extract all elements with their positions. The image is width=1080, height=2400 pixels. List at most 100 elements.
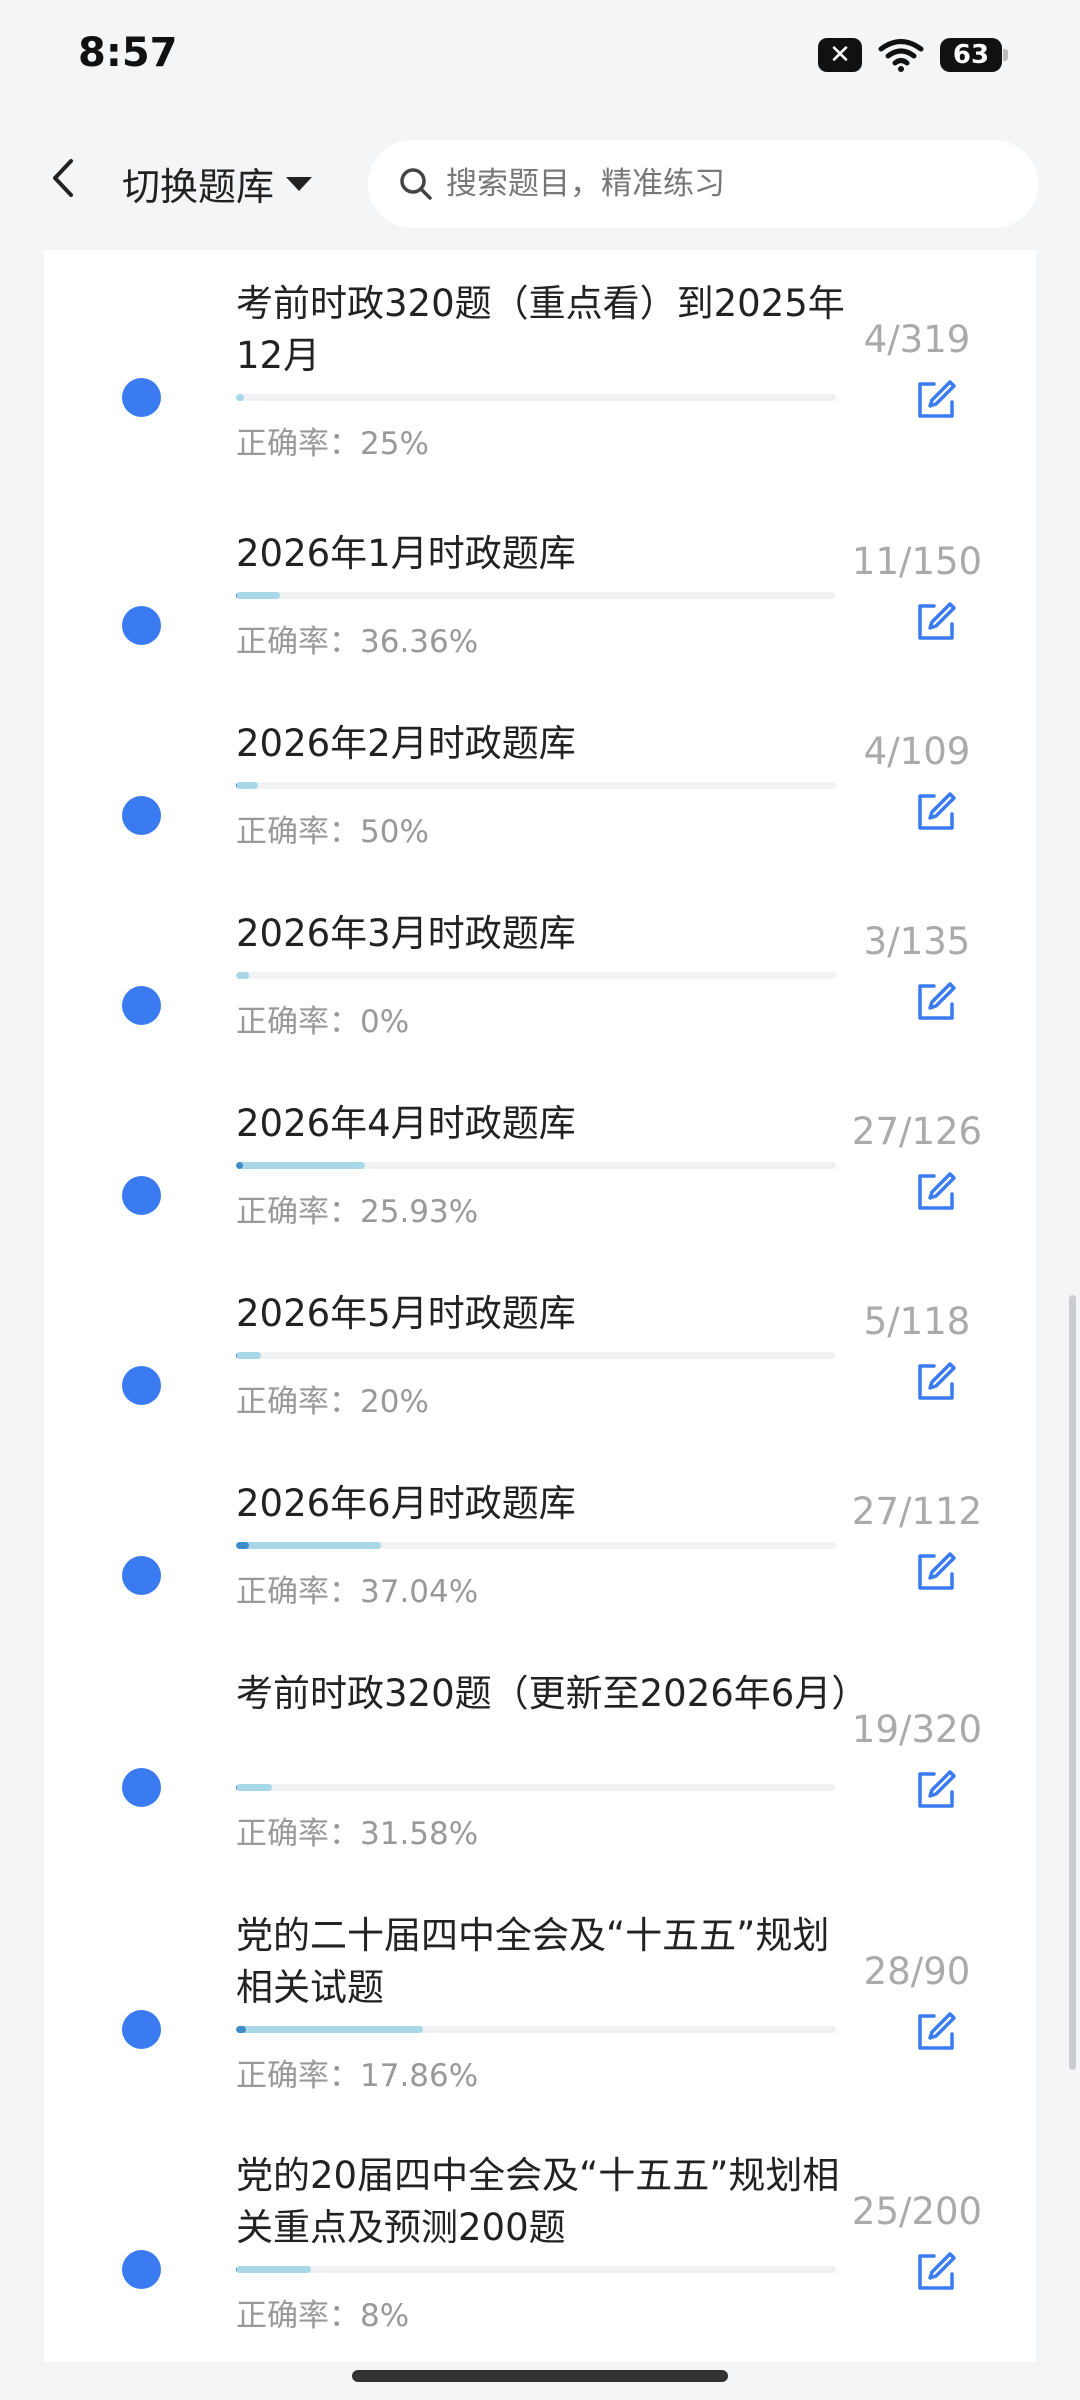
accuracy-text: 正确率：25% [236,426,429,462]
bank-title: 党的二十届四中全会及“十五五”规划相关试题 [236,1914,830,2009]
edit-icon[interactable] [914,1170,958,1214]
bank-title: 2026年5月时政题库 [236,1292,576,1335]
scrollbar[interactable] [1069,1295,1076,2070]
progress-fill [236,1162,365,1169]
status-dot [122,796,161,835]
accuracy-text: 正确率：50% [236,814,429,850]
progress-fill [236,1352,262,1359]
progress-fill [236,2026,423,2033]
progress-bar [236,1162,836,1169]
edit-icon[interactable] [914,2250,958,2294]
search-input[interactable] [444,165,1008,203]
progress-count: 27/126 [851,1110,983,1153]
progress-correct-fill [236,1784,237,1791]
list-item[interactable]: 考前时政320题（更新至2026年6月） 正确率：31.58% 19/320 [44,1668,1036,1908]
progress-fill [236,592,280,599]
edit-icon[interactable] [914,1550,958,1594]
progress-count: 4/109 [863,730,971,773]
progress-count: 19/320 [851,1708,983,1751]
back-button[interactable] [40,153,90,203]
list-item[interactable]: 党的二十届四中全会及“十五五”规划相关试题正确率：17.86% 28/90 [44,1910,1036,2150]
progress-bar [236,592,836,599]
list-item[interactable]: 2026年2月时政题库正确率：50% 4/109 [44,718,1036,908]
status-dot [122,378,161,417]
bank-title: 2026年1月时政题库 [236,532,576,575]
question-bank-list: 考前时政320题（重点看）到2025年12月正确率：25% 4/319 2026年1… [44,250,1036,2362]
bank-title: 党的20届四中全会及“十五五”规划相关重点及预测200题 [236,2154,840,2249]
accuracy-text: 正确率：20% [236,1384,429,1420]
bank-title: 考前时政320题（重点看）到2025年12月 [236,282,845,377]
progress-bar [236,972,836,979]
edit-icon[interactable] [914,1768,958,1812]
progress-count: 11/150 [851,540,983,583]
progress-correct-fill [236,2026,247,2033]
progress-count: 27/112 [851,1490,983,1533]
bank-title: 2026年3月时政题库 [236,912,576,955]
status-dot [122,1556,161,1595]
edit-icon[interactable] [914,980,958,1024]
caret-down-icon [286,176,313,191]
progress-correct-fill [236,2266,237,2273]
list-item[interactable]: 2026年1月时政题库 正确率：36.36% 11/150 [44,528,1036,718]
status-bar: 8:57 ✕ 63 [0,0,1080,120]
search-icon [400,168,432,200]
progress-fill [236,1784,272,1791]
progress-fill [236,2266,311,2273]
wifi-icon [878,39,924,72]
accuracy-text: 正确率：25.93% [236,1194,479,1230]
progress-bar [236,394,836,401]
list-item[interactable]: 考前时政320题（重点看）到2025年12月正确率：25% 4/319 [44,278,1036,518]
progress-bar [236,2026,836,2033]
list-item[interactable]: 2026年4月时政题库正确率：25.93% 27/126 [44,1098,1036,1288]
accuracy-text: 正确率：17.86% [236,2058,479,2094]
progress-bar [236,1542,836,1549]
edit-icon[interactable] [914,600,958,644]
status-dot [122,2250,161,2289]
progress-fill [236,782,259,789]
edit-icon[interactable] [914,790,958,834]
progress-bar [236,1784,836,1791]
battery-level: 63 [952,40,990,70]
mute-icon: ✕ [818,38,862,72]
status-dot [122,606,161,645]
edit-icon[interactable] [914,378,958,422]
progress-count: 3/135 [863,920,971,963]
switch-bank-label: 切换题库 [122,165,275,209]
progress-correct-fill [236,592,238,599]
bank-title: 2026年4月时政题库 [236,1102,576,1145]
edit-icon[interactable] [914,2010,958,2054]
bank-title: 2026年6月时政题库 [236,1482,576,1525]
progress-fill [236,1542,381,1549]
home-indicator[interactable] [352,2370,728,2382]
list-item[interactable]: 2026年3月时政题库正确率：0% 3/135 [44,908,1036,1098]
progress-fill [236,394,244,401]
status-dot [122,1176,161,1215]
progress-bar [236,1352,836,1359]
status-dot [122,986,161,1025]
accuracy-text: 正确率：0% [236,1004,410,1040]
progress-correct-fill [236,1542,249,1549]
progress-correct-fill [236,1162,244,1169]
edit-icon[interactable] [914,1360,958,1404]
list-item[interactable]: 党的20届四中全会及“十五五”规划相关重点及预测200题正确率：8% 25/200 [44,2150,1036,2362]
progress-count: 4/319 [863,318,971,361]
status-dot [122,2010,161,2049]
status-time: 8:57 [78,30,178,76]
bank-title: 考前时政320题（更新至2026年6月） [236,1672,869,1715]
progress-count: 28/90 [863,1950,971,1993]
progress-fill [236,972,250,979]
accuracy-text: 正确率：8% [236,2298,410,2334]
list-item[interactable]: 2026年5月时政题库正确率：20% 5/118 [44,1288,1036,1478]
switch-bank-dropdown[interactable]: 切换题库 [122,156,314,211]
progress-bar [236,782,836,789]
status-dot [122,1768,161,1807]
list-item[interactable]: 2026年6月时政题库正确率：37.04% 27/112 [44,1478,1036,1668]
header: 切换题库 [0,120,1080,250]
accuracy-text: 正确率：37.04% [236,1574,479,1610]
battery-icon: 63 [940,38,1008,72]
progress-count: 5/118 [863,1300,971,1343]
bank-title: 2026年2月时政题库 [236,722,576,765]
progress-count: 25/200 [851,2190,983,2233]
progress-bar [236,2266,836,2273]
search-bar[interactable] [368,140,1038,228]
